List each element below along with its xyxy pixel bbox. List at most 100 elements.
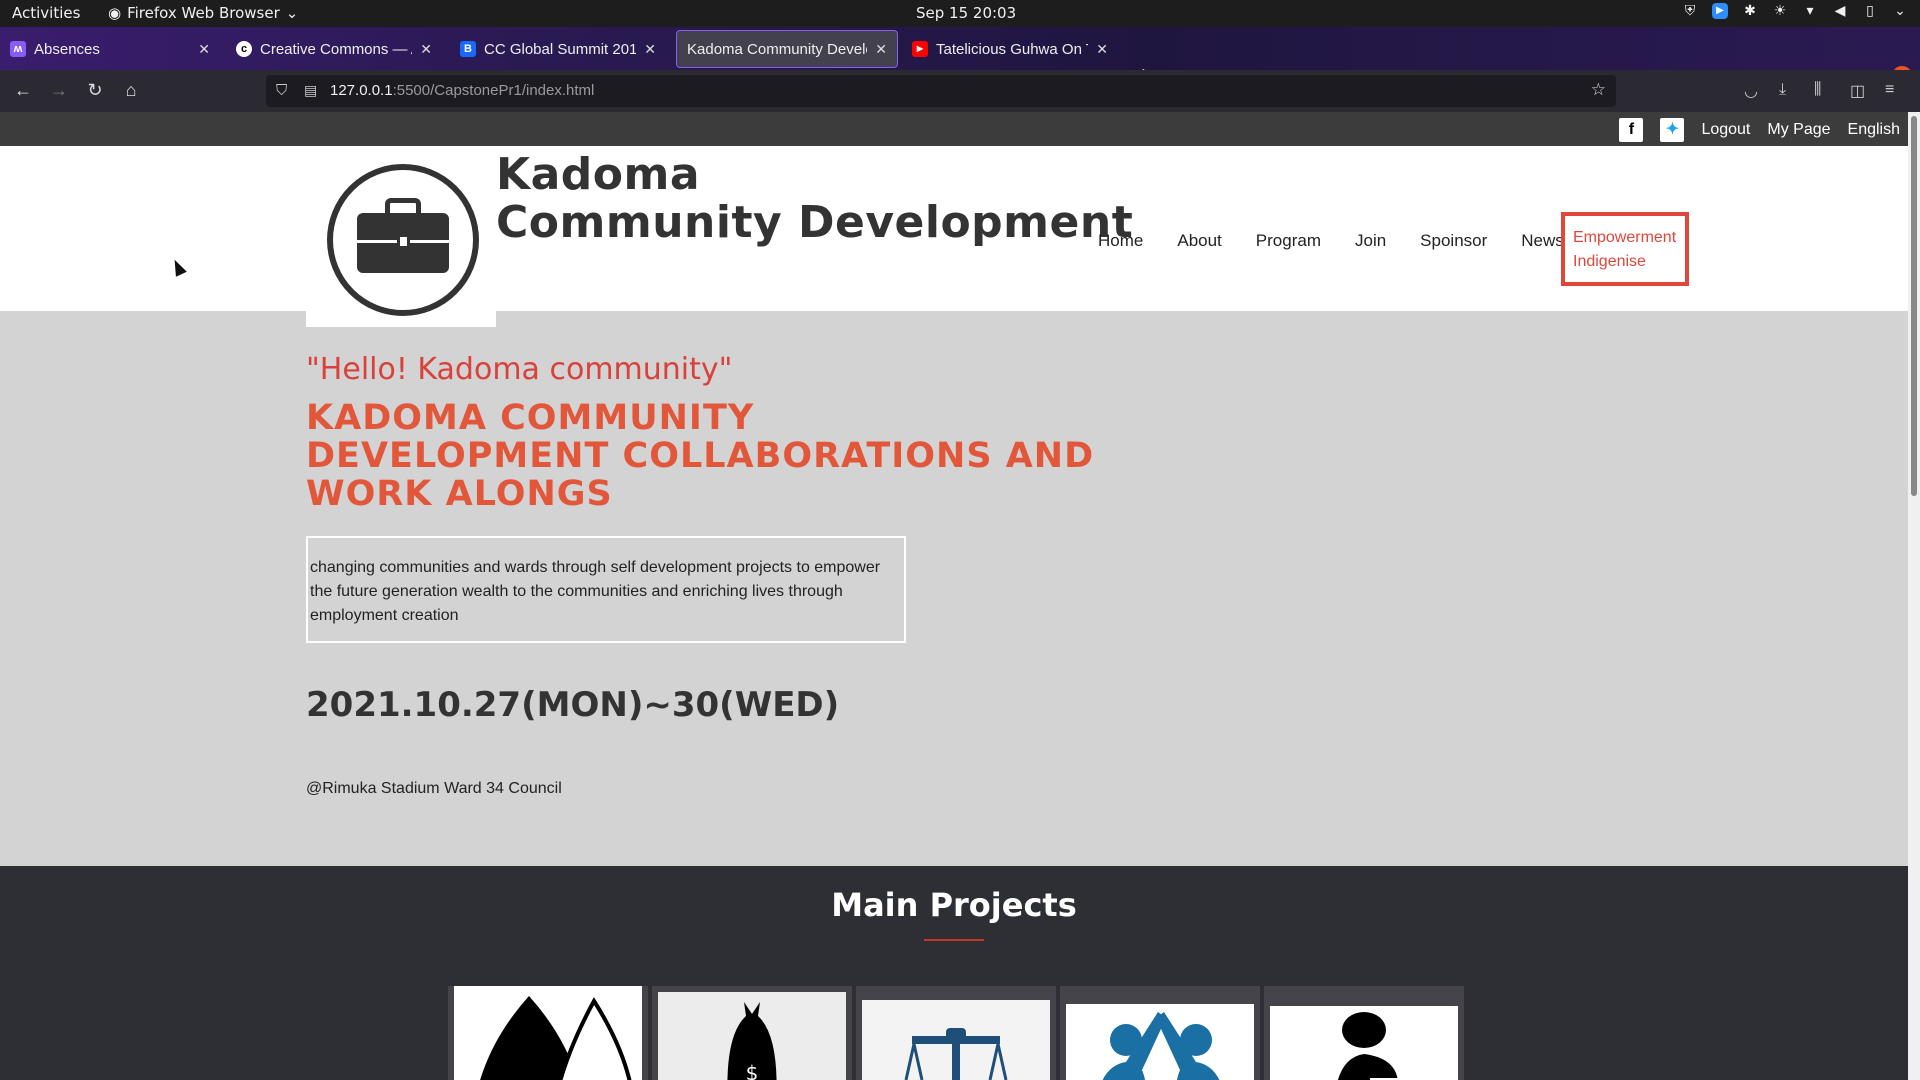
event-date: 2021.10.27(MON)~30(WED) [306, 685, 840, 725]
chevron-down-icon: ⌄ [285, 4, 299, 22]
site-title-line2: Community Development [496, 197, 1134, 248]
language-link[interactable]: English [1848, 121, 1900, 139]
scales-icon [862, 1000, 1050, 1080]
wifi-icon[interactable]: ▾ [1802, 3, 1818, 19]
absences-icon: ʍ [10, 41, 26, 57]
home-icon[interactable]: ⌂ [120, 80, 142, 101]
close-icon[interactable]: ✕ [1096, 41, 1108, 58]
nav-program[interactable]: Program [1256, 231, 1321, 251]
url-path: :5500/CapstonePr1/index.html [392, 82, 595, 99]
hero-headline: KADOMA COMMUNITY DEVELOPMENT COLLABORATI… [306, 399, 1306, 513]
nav-home[interactable]: Home [1098, 231, 1143, 251]
url-bar[interactable]: ⛉ ▤ 127.0.0.1:5500/CapstonePr1/index.htm… [266, 75, 1616, 107]
project-card[interactable] [1060, 986, 1260, 1080]
bookmark-star-icon[interactable]: ☆ [1591, 80, 1606, 100]
tab-label: Tatelicious Guhwa On Tsv [936, 40, 1088, 58]
site-title: Kadoma Community Development [496, 151, 1133, 247]
event-venue: @Rimuka Stadium Ward 34 Council [306, 780, 562, 797]
hero-description: changing communities and wards through s… [306, 536, 906, 643]
tab-creative-commons[interactable]: c Creative Commons — Att ✕ [226, 30, 442, 68]
headline-line1: KADOMA COMMUNITY [306, 398, 755, 438]
project-card[interactable] [448, 986, 648, 1080]
youtube-icon: ▶ [912, 41, 928, 57]
library-icon[interactable]: ⫼ [1814, 81, 1821, 99]
page-info-icon[interactable]: ▤ [304, 82, 317, 99]
download-icon[interactable]: ⤓ [1779, 81, 1786, 99]
volume-icon[interactable]: ◀ [1832, 3, 1848, 19]
chevron-down-icon[interactable]: ⌄ [1892, 3, 1908, 19]
headline-line2: DEVELOPMENT COLLABORATIONS AND [306, 436, 1095, 476]
clock[interactable]: Sep 15 20:03 [916, 4, 1016, 22]
cta-line2: Indigenise [1573, 253, 1646, 270]
forward-icon[interactable]: → [48, 80, 70, 101]
facebook-icon[interactable]: f [1619, 118, 1644, 142]
site-top-strip: f ✦ Logout My Page English [0, 112, 1908, 146]
tracking-shield-icon[interactable]: ⛉ [276, 82, 287, 99]
close-icon[interactable]: ✕ [198, 41, 210, 58]
twitter-icon[interactable]: ✦ [1660, 118, 1685, 142]
app-menu[interactable]: ◉ Firefox Web Browser ⌄ [108, 4, 298, 22]
menu-icon[interactable]: ≡ [1885, 81, 1894, 99]
tab-absences[interactable]: ʍ Absences ✕ [0, 30, 220, 68]
project-card[interactable] [1264, 986, 1464, 1080]
back-icon[interactable]: ← [12, 80, 34, 101]
nav-news[interactable]: News [1521, 231, 1564, 251]
mypage-link[interactable]: My Page [1767, 121, 1830, 139]
svg-text:$: $ [746, 1061, 759, 1080]
empowerment-button[interactable]: Empowerment Indigenise [1561, 212, 1689, 286]
shield-icon[interactable]: ⛨ [1682, 3, 1698, 19]
hero-greeting: "Hello! Kadoma community" [306, 352, 733, 387]
tab-cc-global-summit[interactable]: B CC Global Summit 2015 o ✕ [450, 30, 666, 68]
site-logo[interactable] [306, 146, 496, 327]
firefox-icon: ◉ [108, 4, 122, 22]
system-tray[interactable]: ⛨ ▶ ✱ ☀ ▾ ◀ ▯ ⌄ [1682, 3, 1908, 19]
headline-line3: WORK ALONGS [306, 474, 613, 514]
site-header: Kadoma Community Development Home About … [0, 146, 1908, 327]
tab-label: Absences [34, 40, 100, 58]
logout-link[interactable]: Logout [1701, 121, 1750, 139]
tab-youtube[interactable]: ▶ Tatelicious Guhwa On Tsv ✕ [902, 30, 1118, 68]
briefcase-icon [327, 164, 479, 316]
project-card[interactable] [856, 986, 1056, 1080]
app-menu-label: Firefox Web Browser [127, 4, 280, 22]
main-nav: Home About Program Join Spoinsor News [1098, 231, 1598, 251]
reload-icon[interactable]: ↻ [84, 80, 106, 101]
tab-strip: ʍ Absences ✕ c Creative Commons — Att ✕ … [0, 27, 1920, 87]
tab-label: Kadoma Community Develop [687, 40, 868, 58]
brightness-icon[interactable]: ☀ [1772, 3, 1788, 19]
zoom-icon[interactable]: ▶ [1712, 3, 1728, 19]
scrollbar-thumb[interactable] [1911, 116, 1917, 496]
page-scrollbar[interactable] [1908, 112, 1920, 1080]
nav-toolbar: ← → ↻ ⌂ ⛉ ▤ 127.0.0.1:5500/CapstonePr1/i… [0, 70, 1920, 112]
tab-kadoma[interactable]: Kadoma Community Develop ✕ [676, 30, 898, 68]
battery-icon[interactable]: ▯ [1862, 3, 1878, 19]
slack-icon[interactable]: ✱ [1742, 3, 1758, 19]
system-top-bar: Activities ◉ Firefox Web Browser ⌄ Sep 1… [0, 0, 1920, 27]
nav-sponsor[interactable]: Spoinsor [1420, 231, 1487, 251]
nav-join[interactable]: Join [1355, 231, 1386, 251]
worker-icon [1270, 1006, 1458, 1080]
close-icon[interactable]: ✕ [420, 41, 432, 58]
main-projects-section: Main Projects $ [0, 866, 1908, 1080]
close-icon[interactable]: ✕ [644, 41, 656, 58]
section-title: Main Projects [831, 886, 1077, 924]
tab-label: Creative Commons — Att [260, 40, 412, 58]
title-underline [924, 939, 984, 941]
url-host: 127.0.0.1 [330, 82, 393, 99]
close-icon[interactable]: ✕ [875, 41, 887, 58]
pocket-icon[interactable]: ◡ [1744, 81, 1758, 101]
activities-button[interactable]: Activities [12, 4, 80, 22]
tab-label: CC Global Summit 2015 o [484, 40, 637, 58]
sidebar-icon[interactable]: ◫ [1850, 81, 1865, 101]
page-viewport: f ✦ Logout My Page English Kadoma Commun… [0, 112, 1908, 1080]
money-bag-icon: $ [658, 992, 846, 1080]
cc-icon: c [236, 41, 252, 57]
site-title-line1: Kadoma [496, 149, 701, 200]
water-drops-icon [454, 986, 642, 1080]
cta-line1: Empowerment [1573, 229, 1677, 246]
behance-icon: B [460, 41, 476, 57]
project-card[interactable]: $ [652, 986, 852, 1080]
url-text[interactable]: 127.0.0.1:5500/CapstonePr1/index.html [330, 82, 594, 99]
high-five-icon [1066, 1004, 1254, 1080]
nav-about[interactable]: About [1177, 231, 1221, 251]
